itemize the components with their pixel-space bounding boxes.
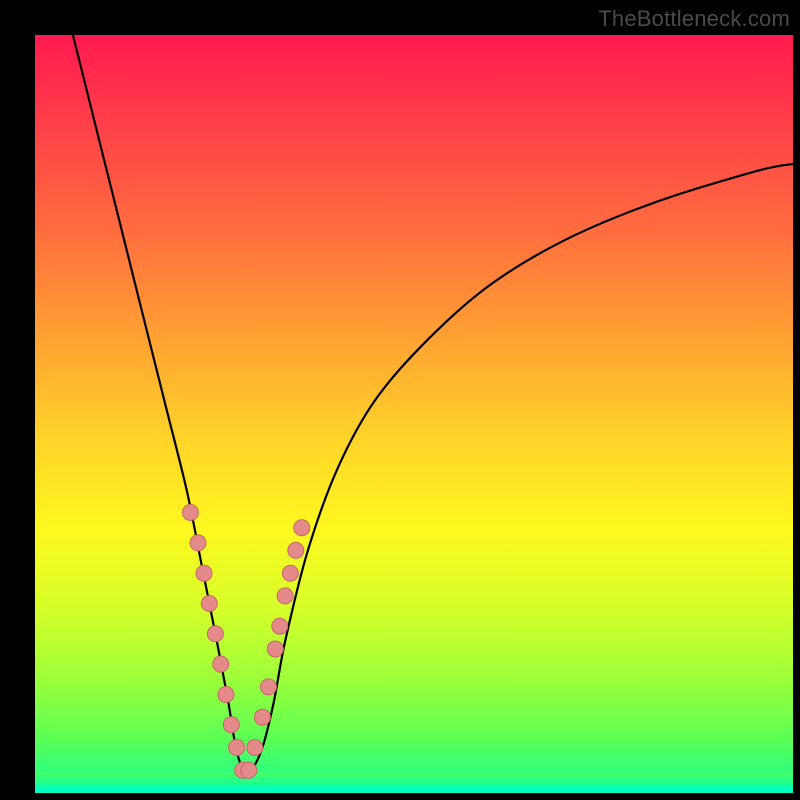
sample-dot: [196, 565, 212, 581]
curve-layer: [35, 35, 793, 793]
chart-frame: TheBottleneck.com: [0, 0, 800, 800]
sample-dot: [272, 618, 288, 634]
sample-dots-group: [182, 505, 309, 779]
watermark-text: TheBottleneck.com: [598, 6, 790, 32]
sample-dot: [247, 740, 263, 756]
sample-dot: [213, 656, 229, 672]
sample-dot: [282, 565, 298, 581]
sample-dot: [223, 717, 239, 733]
sample-dot: [229, 740, 245, 756]
sample-dot: [218, 687, 234, 703]
sample-dot: [288, 542, 304, 558]
sample-dot: [294, 520, 310, 536]
plot-area: [35, 35, 793, 793]
sample-dot: [261, 679, 277, 695]
sample-dot: [267, 641, 283, 657]
sample-dot: [190, 535, 206, 551]
sample-dot: [277, 588, 293, 604]
sample-dot: [207, 626, 223, 642]
bottleneck-curve: [73, 35, 793, 773]
sample-dot: [201, 596, 217, 612]
sample-dot: [182, 505, 198, 521]
sample-dot: [254, 709, 270, 725]
sample-dot: [241, 762, 257, 778]
